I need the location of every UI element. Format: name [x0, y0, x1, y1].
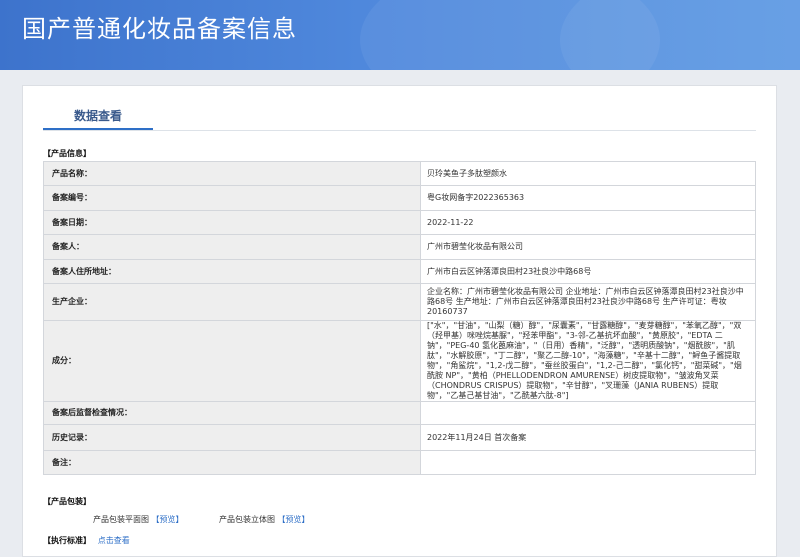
tab-data-view[interactable]: 数据查看 — [43, 104, 153, 128]
header-decoration — [560, 0, 800, 70]
info-row-value: ["水"，"甘油"，"山梨（糖）醇"，"尿囊素"，"甘露糖醇"，"麦芽糖醇"，"… — [420, 320, 756, 402]
page-header: 国产普通化妆品备案信息 — [0, 0, 800, 70]
info-row: 备注： — [43, 450, 756, 475]
info-row-value: 广州市碧莹化妆品有限公司 — [420, 234, 756, 260]
info-row: 备案人： 广州市碧莹化妆品有限公司 — [43, 234, 756, 260]
info-row-value: 粤G妆网备字2022365363 — [420, 185, 756, 211]
info-row: 成分： ["水"，"甘油"，"山梨（糖）醇"，"尿囊素"，"甘露糖醇"，"麦芽糖醇… — [43, 320, 756, 402]
info-row: 产品名称： 贝玲美鱼子多肽塑颜水 — [43, 161, 756, 186]
standard-view-link[interactable]: 点击查看 — [98, 536, 130, 545]
info-row-key: 备案人： — [43, 234, 421, 260]
packaging-3d-preview-link[interactable]: 【预览】 — [278, 515, 310, 524]
info-row-key: 生产企业： — [43, 283, 421, 321]
info-row: 历史记录： 2022年11月24日 首次备案 — [43, 424, 756, 451]
standard-heading-label: 【执行标准】 — [43, 536, 91, 545]
info-row-value — [420, 450, 756, 475]
page-title: 国产普通化妆品备案信息 — [22, 15, 297, 43]
info-row: 生产企业： 企业名称：广州市碧莹化妆品有限公司 企业地址：广州市白云区钟落潭良田村… — [43, 283, 756, 321]
info-row: 备案人住所地址： 广州市白云区钟落潭良田村23社良沙中路68号 — [43, 259, 756, 284]
info-row: 备案日期： 2022-11-22 — [43, 210, 756, 235]
info-row-key: 产品名称： — [43, 161, 421, 186]
info-row-key: 成分： — [43, 320, 421, 402]
info-row-key: 备案人住所地址： — [43, 259, 421, 284]
packaging-3d-label: 产品包装立体图 — [219, 515, 275, 524]
info-row: 备案后监督检查情况： — [43, 401, 756, 425]
info-row-key: 历史记录： — [43, 424, 421, 451]
info-row-value: 2022-11-22 — [420, 210, 756, 235]
info-row-value: 企业名称：广州市碧莹化妆品有限公司 企业地址：广州市白云区钟落潭良田村23社良沙… — [420, 283, 756, 321]
info-row: 备案编号： 粤G妆网备字2022365363 — [43, 185, 756, 211]
info-row-key: 备注： — [43, 450, 421, 475]
info-row-key: 备案后监督检查情况： — [43, 401, 421, 425]
standard-heading: 【执行标准】 点击查看 — [43, 535, 130, 546]
info-row-value: 贝玲美鱼子多肽塑颜水 — [420, 161, 756, 186]
info-row-value: 2022年11月24日 首次备案 — [420, 424, 756, 451]
product-info-heading: 【产品信息】 — [43, 149, 91, 158]
packaging-flat-label: 产品包装平面图 — [93, 515, 149, 524]
packaging-item-flat: 产品包装平面图 【预览】 — [93, 514, 184, 525]
product-info-table: 产品名称： 贝玲美鱼子多肽塑颜水 备案编号： 粤G妆网备字2022365363 备案日期… — [43, 161, 756, 475]
info-row-value: 广州市白云区钟落潭良田村23社良沙中路68号 — [420, 259, 756, 284]
packaging-item-3d: 产品包装立体图 【预览】 — [219, 514, 310, 525]
packaging-flat-preview-link[interactable]: 【预览】 — [152, 515, 184, 524]
packaging-heading: 【产品包装】 — [43, 497, 91, 506]
info-row-key: 备案日期： — [43, 210, 421, 235]
info-row-key: 备案编号： — [43, 185, 421, 211]
tab-divider — [43, 130, 756, 131]
info-row-value — [420, 401, 756, 425]
content-panel: 数据查看 【产品信息】 产品名称： 贝玲美鱼子多肽塑颜水 备案编号： 粤G妆网备字20… — [22, 85, 777, 557]
